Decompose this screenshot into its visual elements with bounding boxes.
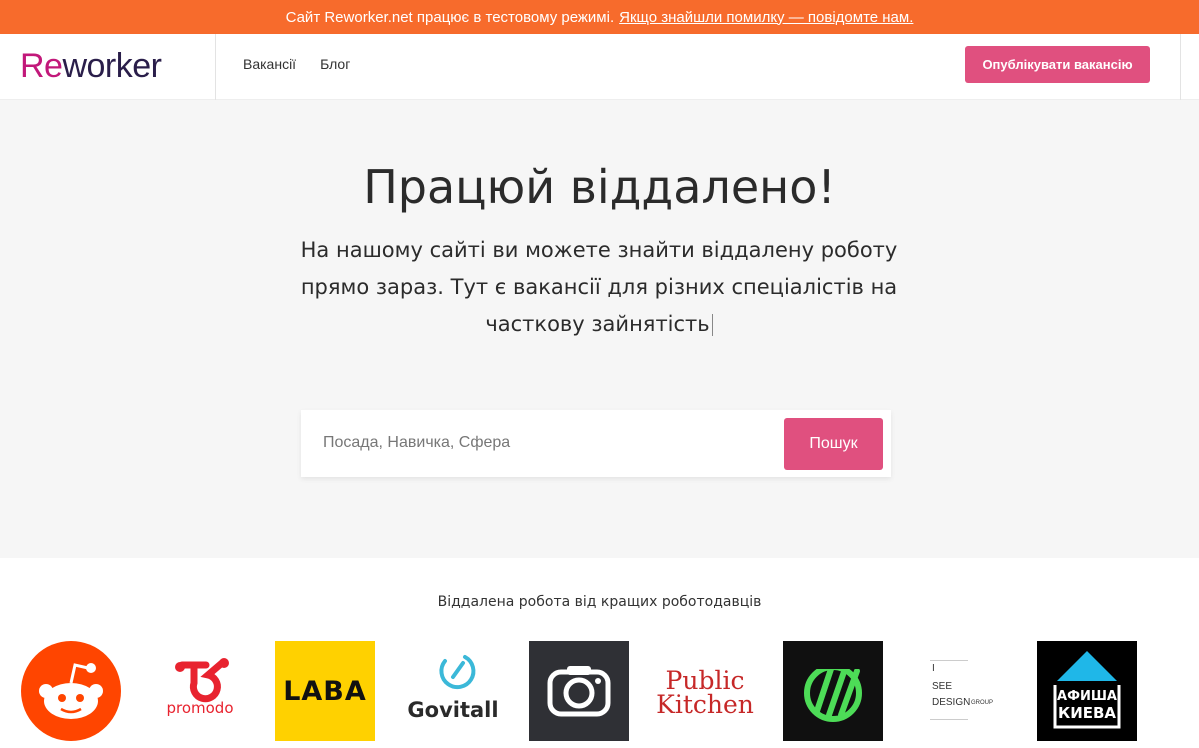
test-mode-banner: Сайт Reworker.net працює в тестовому реж… (0, 0, 1199, 34)
typing-caret (711, 314, 713, 336)
main-nav: Вакансії Блог (243, 56, 350, 72)
green-stripes-logo-mark (803, 655, 863, 722)
nav-item-blog[interactable]: Блог (320, 56, 350, 72)
hero-title: Працюй віддалено! (363, 160, 836, 214)
header-divider-left (215, 34, 216, 100)
search-button[interactable]: Пошук (784, 418, 883, 470)
banner-text: Сайт Reworker.net працює в тестовому реж… (285, 8, 615, 26)
camera-icon (547, 666, 611, 717)
employer-logo-green-stripes[interactable] (783, 641, 883, 741)
afisha-line2: КИЕВА (1057, 704, 1117, 722)
employer-logo-reddit[interactable] (21, 641, 121, 741)
i-see-design-line3: DESIGN (932, 697, 971, 708)
i-see-design-line1: I (932, 663, 935, 674)
logo-prefix: Re (20, 47, 63, 85)
i-see-design-rule-top (930, 660, 968, 661)
employer-logo-i-see-design[interactable]: I SEE DESIGN GROUP (910, 641, 1010, 741)
public-kitchen-line2: Kitchen (656, 690, 754, 719)
promodo-logo-mark (175, 658, 229, 703)
header-divider-right (1180, 34, 1181, 100)
employer-logo-public-kitchen[interactable]: Public Kitchen (655, 641, 755, 741)
hero-subtitle-text: На нашому сайті ви можете знайти віддале… (300, 238, 898, 336)
report-bug-link[interactable]: Якщо знайшли помилку — повідомте нам. (619, 9, 913, 26)
nav-item-vacancies[interactable]: Вакансії (243, 56, 296, 72)
laba-wordmark: LABA (283, 676, 367, 707)
employer-logo-laba[interactable]: LABA (275, 641, 375, 741)
govitall-logo-mark (439, 655, 476, 690)
employer-logo-govitall[interactable]: Govitall (403, 641, 503, 741)
reddit-icon (21, 641, 121, 741)
afisha-line1: АФИША (1057, 689, 1117, 704)
hero-section: Працюй віддалено! На нашому сайті ви мож… (0, 100, 1199, 558)
logo-rest: worker (62, 47, 162, 85)
hero-subtitle: На нашому сайті ви можете знайти віддале… (299, 232, 899, 343)
i-see-design-line2: SEE (932, 681, 953, 692)
employer-logo-afisha-kieva[interactable]: АФИША КИЕВА (1037, 641, 1137, 741)
publish-vacancy-button[interactable]: Опублікувати вакансію (965, 46, 1150, 83)
job-search-form: Пошук (301, 410, 891, 477)
i-see-design-rule-bottom (930, 719, 968, 720)
promodo-wordmark: promodo (166, 699, 234, 717)
govitall-wordmark: Govitall (407, 698, 499, 722)
employer-logo-camera[interactable] (529, 641, 629, 741)
reworker-logo[interactable]: Reworker (20, 47, 162, 86)
employers-caption: Віддалена робота від кращих роботодавців (437, 594, 762, 610)
i-see-design-group: GROUP (971, 700, 994, 706)
search-input[interactable] (313, 424, 773, 462)
employer-logo-promodo[interactable]: promodo (150, 641, 250, 741)
site-header: Reworker Вакансії Блог Опублікувати вака… (0, 34, 1199, 100)
